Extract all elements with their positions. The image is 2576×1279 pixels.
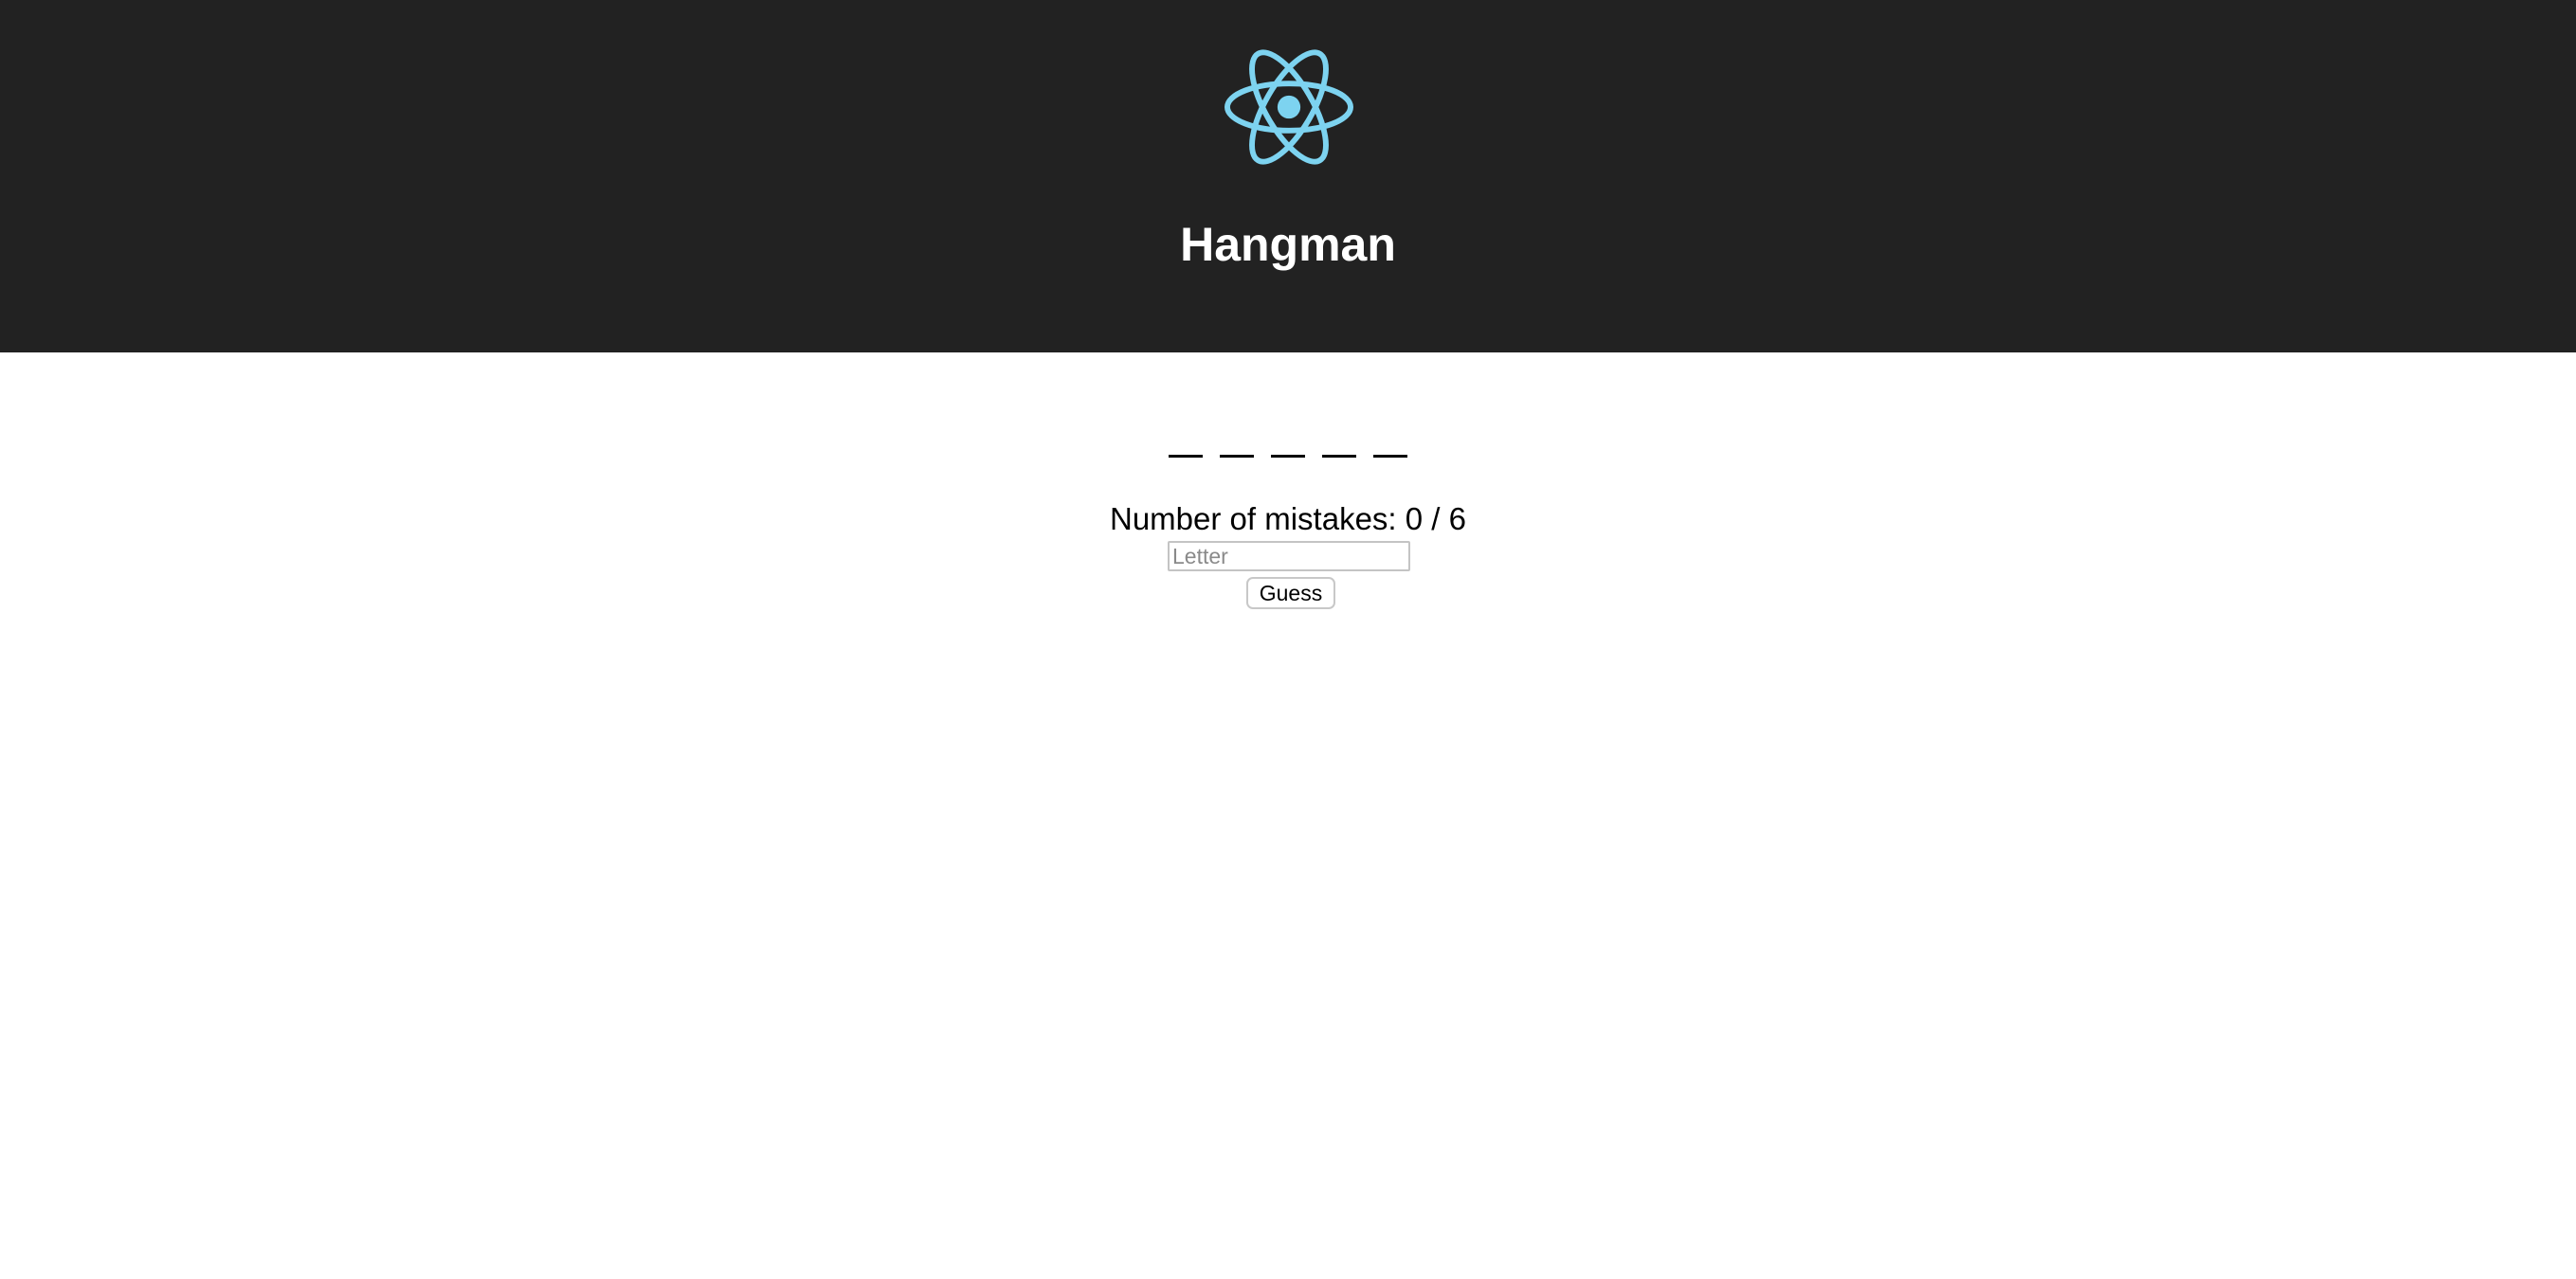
letter-slot [1220,455,1254,458]
letter-input[interactable] [1168,541,1410,571]
letter-slot [1271,455,1305,458]
letter-slot [1169,455,1203,458]
word-display [0,415,2576,458]
react-logo-icon [1225,49,1353,165]
guess-button[interactable]: Guess [1246,577,1335,609]
letter-slot [1322,455,1356,458]
mistakes-counter: Number of mistakes: 0 / 6 [1110,501,1466,536]
app-header: Hangman [0,0,2576,352]
app-title: Hangman [1180,218,1396,271]
letter-slot [1373,455,1407,458]
